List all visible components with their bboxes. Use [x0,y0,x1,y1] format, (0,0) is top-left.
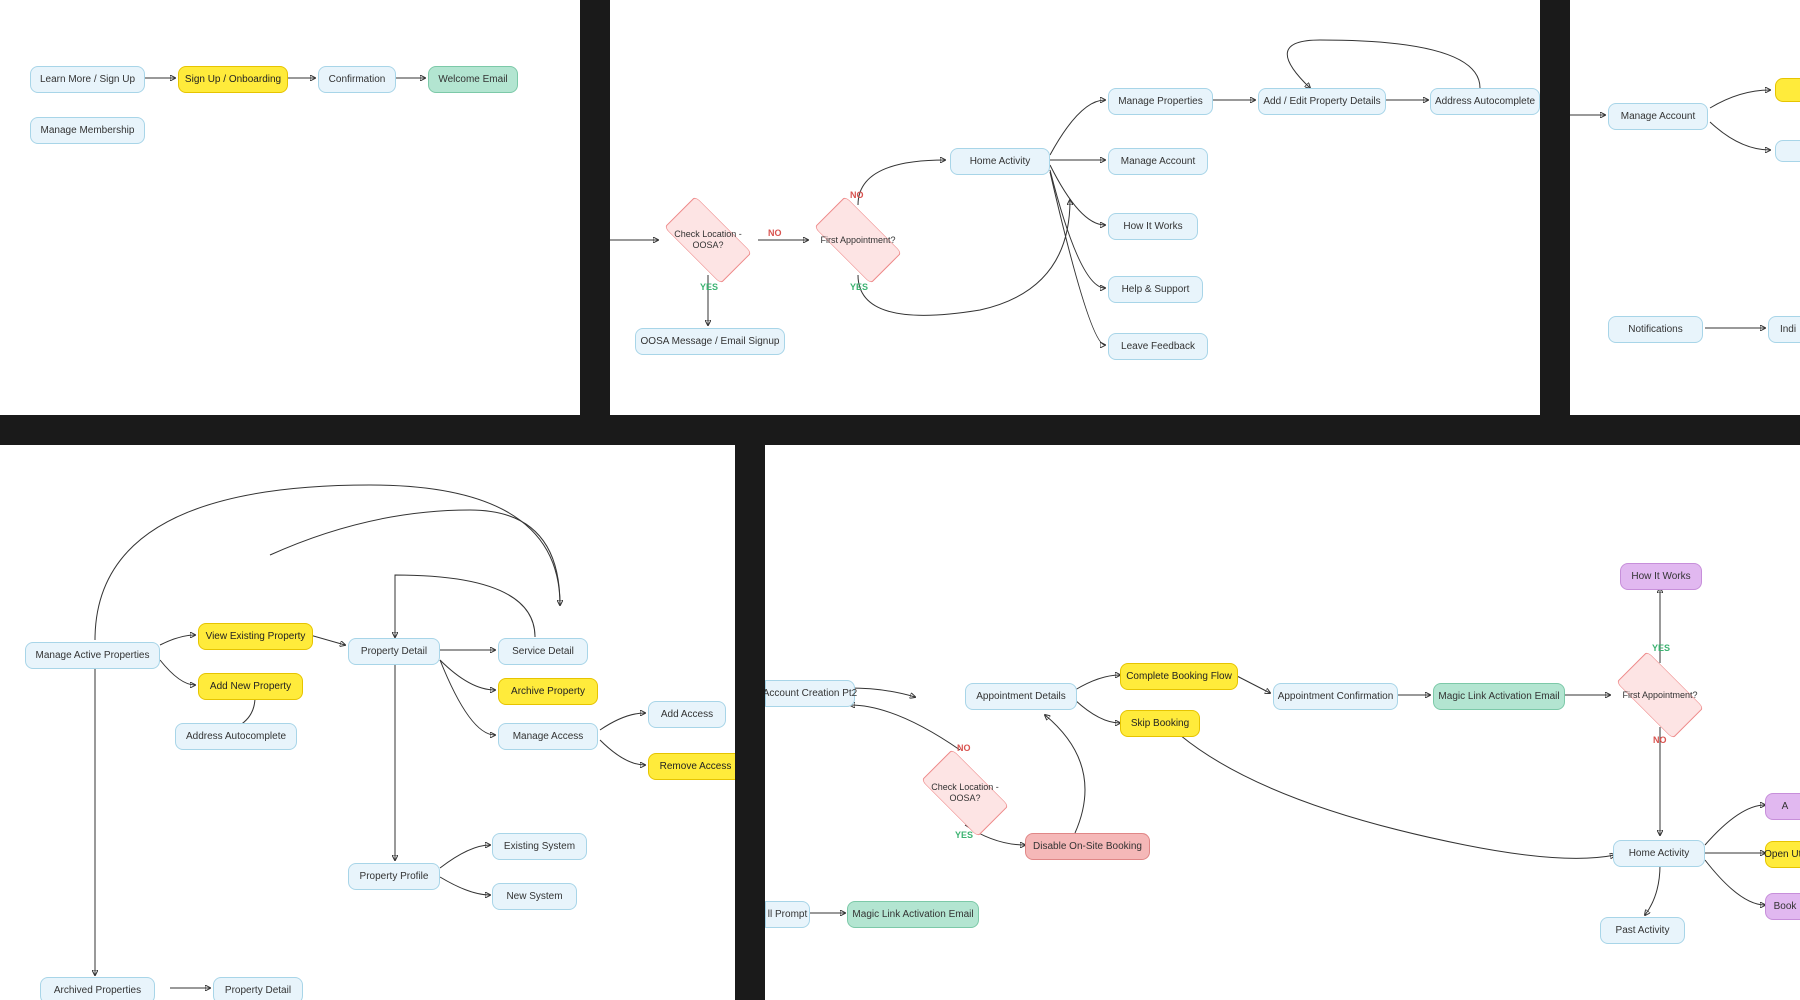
panel-5: Account Creation Pt2 Appointment Details… [765,445,1800,1000]
label-yes-3: YES [1652,643,1670,653]
node-how-it-works[interactable]: How It Works [1108,213,1198,240]
node-add-new-property[interactable]: Add New Property [198,673,303,700]
node-complete-booking-flow[interactable]: Complete Booking Flow [1120,663,1238,690]
panel-4-arrows [0,445,735,1000]
node-magic-link-1[interactable]: Magic Link Activation Email [1433,683,1565,710]
panel-4: Manage Active Properties View Existing P… [0,445,735,1000]
node-appointment-confirmation[interactable]: Appointment Confirmation [1273,683,1398,710]
node-past-activity[interactable]: Past Activity [1600,917,1685,944]
diamond-check-location-2[interactable]: Check Location - OOSA? [915,763,1015,823]
node-notifications[interactable]: Notifications [1608,316,1703,343]
node-appointment-details[interactable]: Appointment Details [965,683,1077,710]
label-yes-4: YES [955,830,973,840]
node-account-creation-pt2[interactable]: Account Creation Pt2 [765,680,855,707]
label-no-1: NO [768,228,782,238]
panel-1-arrows [0,0,580,415]
node-magic-link-2[interactable]: Magic Link Activation Email [847,901,979,928]
panel-3: Manage Account Notifications Indi [1570,0,1800,415]
node-new-system[interactable]: New System [492,883,577,910]
node-home-activity[interactable]: Home Activity [950,148,1050,175]
node-learn-more[interactable]: Learn More / Sign Up [30,66,145,93]
panel-2: Check Location - OOSA? First Appointment… [610,0,1540,415]
node-manage-account[interactable]: Manage Account [1108,148,1208,175]
node-book-partial[interactable]: Book [1765,893,1800,920]
node-archived-properties[interactable]: Archived Properties [40,977,155,1000]
node-disable-onsite-booking[interactable]: Disable On-Site Booking [1025,833,1150,860]
node-remove-access[interactable]: Remove Access [648,753,735,780]
node-ll-prompt[interactable]: ll Prompt [765,901,810,928]
node-archive-property[interactable]: Archive Property [498,678,598,705]
node-signup-onboarding[interactable]: Sign Up / Onboarding [178,66,288,93]
node-open-util-partial[interactable]: Open Util [1765,841,1800,868]
node-help-support[interactable]: Help & Support [1108,276,1203,303]
label-no-3: NO [1653,735,1667,745]
node-property-detail-2[interactable]: Property Detail [213,977,303,1000]
node-view-existing-property[interactable]: View Existing Property [198,623,313,650]
node-home-activity-2[interactable]: Home Activity [1613,840,1705,867]
node-manage-membership[interactable]: Manage Membership [30,117,145,144]
node-a-partial[interactable]: A [1765,793,1800,820]
diamond-check-location[interactable]: Check Location - OOSA? [658,210,758,270]
node-how-it-works-purple[interactable]: How It Works [1620,563,1702,590]
node-yellow-partial[interactable] [1775,78,1800,102]
label-no-4: NO [957,743,971,753]
node-add-access[interactable]: Add Access [648,701,726,728]
node-property-profile[interactable]: Property Profile [348,863,440,890]
node-indi-partial[interactable]: Indi [1768,316,1800,343]
node-address-autocomplete[interactable]: Address Autocomplete [1430,88,1540,115]
panel-3-arrows [1570,0,1800,415]
node-service-detail[interactable]: Service Detail [498,638,588,665]
node-add-edit-property[interactable]: Add / Edit Property Details [1258,88,1386,115]
node-oosa-message[interactable]: OOSA Message / Email Signup [635,328,785,355]
panel-1: Learn More / Sign Up Sign Up / Onboardin… [0,0,580,415]
node-existing-system[interactable]: Existing System [492,833,587,860]
node-confirmation[interactable]: Confirmation [318,66,396,93]
node-welcome-email[interactable]: Welcome Email [428,66,518,93]
node-property-detail[interactable]: Property Detail [348,638,440,665]
node-blue-partial[interactable] [1775,140,1800,162]
node-manage-access[interactable]: Manage Access [498,723,598,750]
node-manage-active-properties[interactable]: Manage Active Properties [25,642,160,669]
node-leave-feedback[interactable]: Leave Feedback [1108,333,1208,360]
diamond-first-appointment[interactable]: First Appointment? [808,210,908,270]
label-yes-1: YES [700,282,718,292]
node-address-autocomplete-2[interactable]: Address Autocomplete [175,723,297,750]
node-manage-account-2[interactable]: Manage Account [1608,103,1708,130]
label-no-2: NO [850,190,864,200]
label-yes-2: YES [850,282,868,292]
node-manage-properties[interactable]: Manage Properties [1108,88,1213,115]
diamond-first-appointment-2[interactable]: First Appointment? [1610,665,1710,725]
node-skip-booking[interactable]: Skip Booking [1120,710,1200,737]
